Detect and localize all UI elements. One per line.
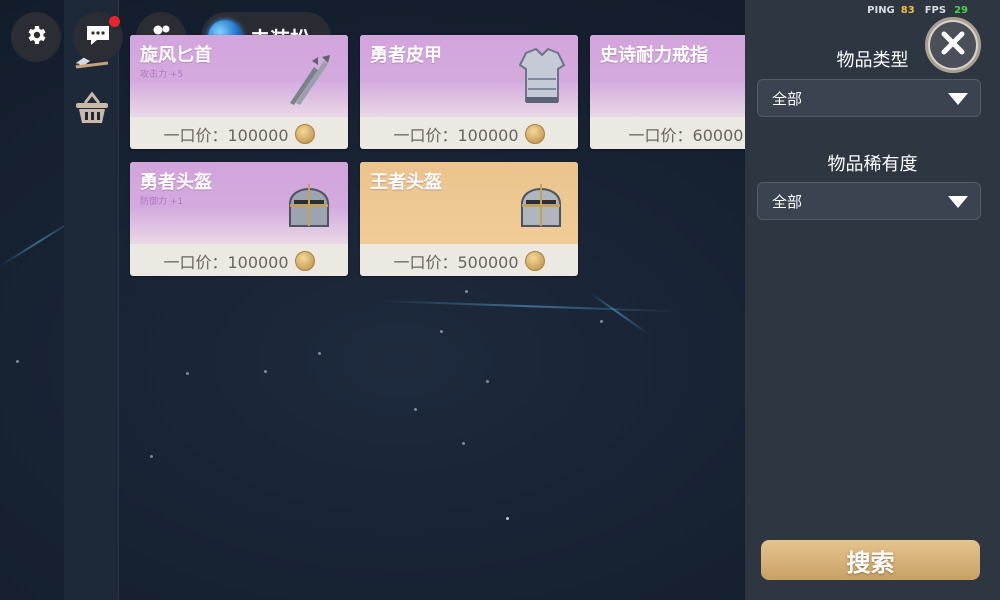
item-name: 史诗耐力戒指 [600, 45, 708, 66]
item-name: 勇者头盔 [140, 172, 212, 193]
notification-dot [109, 16, 120, 27]
item-rarity-dropdown[interactable]: 全部 [757, 182, 981, 220]
item-type-value: 全部 [772, 89, 803, 108]
price-text: 一口价：60000 [628, 126, 744, 145]
dagger-icon [284, 51, 334, 111]
ping-value: 83 [900, 5, 915, 16]
item-subtitle: 防御力 +1 [140, 197, 184, 207]
search-button[interactable]: 搜索 [761, 540, 980, 580]
item-card[interactable]: 勇者头盔 防御力 +1 一口价：100000 [130, 162, 348, 276]
settings-button[interactable] [11, 12, 61, 62]
ping-label: PING [867, 5, 895, 16]
price-text: 一口价：100000 [393, 126, 519, 145]
helmet-icon [518, 174, 564, 234]
item-type-dropdown[interactable]: 全部 [757, 79, 981, 117]
fps-label: FPS [924, 5, 947, 16]
item-price: 一口价：500000 [360, 246, 578, 276]
gear-icon [24, 23, 48, 51]
coin-icon [294, 251, 315, 271]
coin-icon [294, 124, 315, 144]
item-subtitle: 攻击力 +5 [140, 70, 184, 80]
item-name: 旋风匕首 [140, 45, 212, 66]
item-rarity-value: 全部 [772, 192, 803, 211]
item-card[interactable]: 旋风匕首 攻击力 +5 一口价：100000 [130, 35, 348, 149]
item-name: 王者头盔 [370, 172, 442, 193]
chevron-down-icon [948, 196, 968, 208]
search-label: 搜索 [846, 548, 895, 577]
item-price: 一口价：100000 [360, 119, 578, 149]
chat-button[interactable] [73, 12, 123, 62]
coin-icon [524, 251, 545, 271]
item-card[interactable]: 王者头盔 一口价：500000 [360, 162, 578, 276]
item-type-label: 物品类型 [836, 50, 909, 71]
basket-icon[interactable] [72, 88, 112, 128]
item-card[interactable]: 勇者皮甲 一口价：100000 [360, 35, 578, 149]
item-price: 一口价：100000 [130, 119, 348, 149]
item-rarity-label: 物品稀有度 [827, 154, 918, 175]
armor-icon [518, 45, 566, 111]
coin-icon [524, 124, 545, 144]
price-text: 一口价：100000 [163, 253, 289, 272]
item-name: 勇者皮甲 [370, 45, 442, 66]
chevron-down-icon [948, 93, 968, 105]
helmet-icon [286, 174, 332, 234]
price-text: 一口价：500000 [393, 253, 519, 272]
network-stats: PING 83 FPS 29 [867, 5, 968, 16]
left-rail [64, 0, 119, 600]
chat-icon [85, 23, 111, 51]
price-text: 一口价：100000 [163, 126, 289, 145]
item-price: 一口价：100000 [130, 246, 348, 276]
fps-value: 29 [954, 5, 968, 16]
